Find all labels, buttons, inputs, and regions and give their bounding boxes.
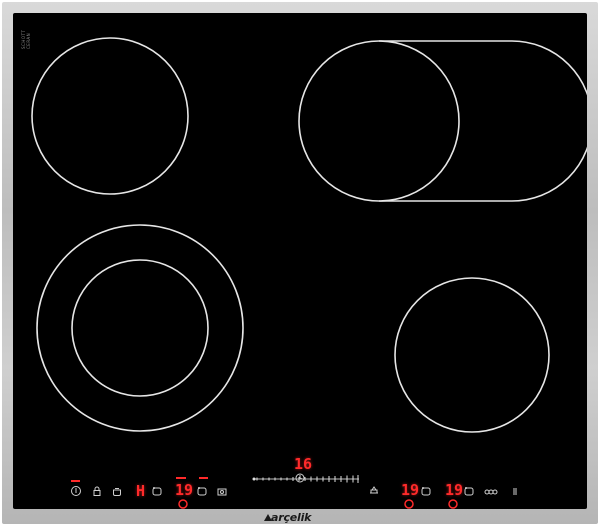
timer-display: 16 <box>294 455 313 473</box>
cooking-zones <box>31 37 587 433</box>
power-icon[interactable] <box>70 485 82 497</box>
pot-icon[interactable] <box>111 485 123 497</box>
power-slider[interactable] <box>251 474 361 484</box>
brand-logo-text: arçelik <box>271 511 312 524</box>
zone-rear-right-inner[interactable] <box>298 40 460 202</box>
zone-front-left-outer[interactable] <box>36 224 244 432</box>
zone-rear-left[interactable] <box>31 37 189 195</box>
zone-indicator-bar-2 <box>199 477 208 479</box>
zone-rear-right-dot-icon <box>403 498 414 509</box>
zone-front-left-dot-icon <box>177 498 188 509</box>
zone-rear-right-level: 19 <box>401 481 420 499</box>
power-indicator <box>71 480 80 482</box>
zone-front-right-select-icon[interactable] <box>463 485 475 497</box>
keep-warm-icon[interactable] <box>196 485 208 497</box>
dual-zone-icon[interactable] <box>484 485 498 497</box>
pause-icon[interactable] <box>512 485 518 497</box>
zone-front-right-level: 19 <box>445 481 464 499</box>
lock-icon[interactable] <box>91 485 103 497</box>
zone-rear-right-select-icon[interactable] <box>420 485 432 497</box>
zone-indicator-bar-1 <box>176 477 186 479</box>
zone-front-right[interactable] <box>394 277 550 433</box>
glass-marking-line2: CERAN <box>26 32 31 49</box>
zone-select-icon[interactable] <box>151 485 163 497</box>
ceramic-glass-surface: SCHOTT CERAN <box>13 13 587 509</box>
zone-front-left-level: 19 <box>175 481 194 499</box>
glass-marking: SCHOTT CERAN <box>21 21 33 49</box>
zone-rear-right-extension[interactable] <box>379 40 587 202</box>
zone-front-right-dot-icon <box>447 498 458 509</box>
level-display-left: H <box>136 482 146 500</box>
bridge-icon[interactable] <box>368 484 380 496</box>
zone-front-left-inner[interactable] <box>71 259 209 397</box>
cookware-icon[interactable] <box>216 485 228 497</box>
